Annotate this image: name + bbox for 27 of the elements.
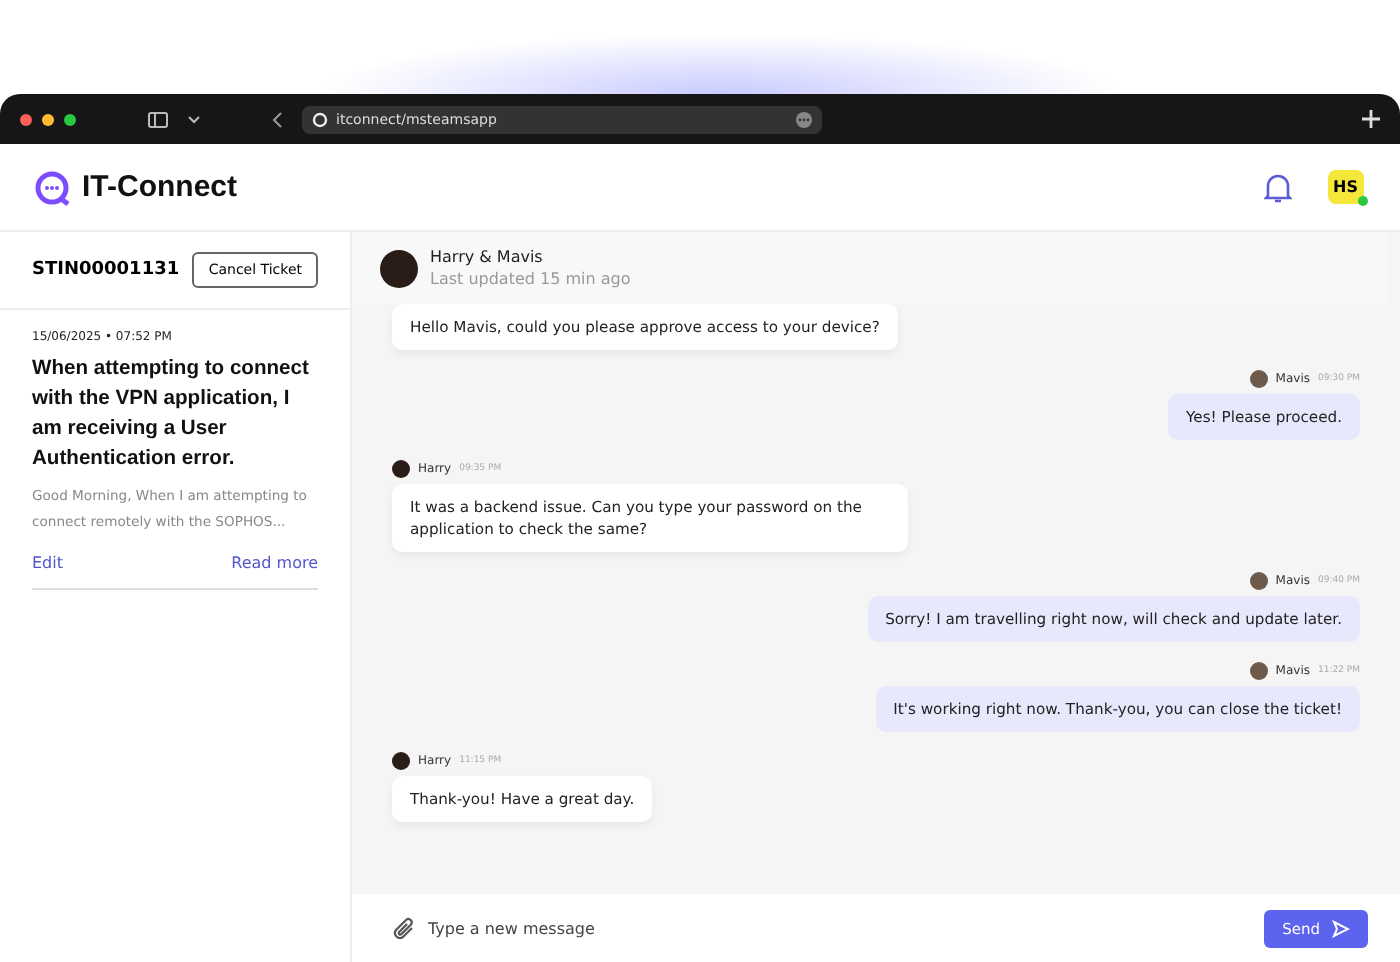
notification-bell-icon[interactable] [1263, 171, 1292, 203]
ticket-title: When attempting to connect with the VPN application, I am receiving a User Authentication error. [32, 356, 311, 474]
chat-subtitle: Last updated 15 min ago [430, 270, 631, 288]
avatar-placeholder [380, 249, 418, 287]
paperclip-icon[interactable] [392, 915, 416, 941]
user-avatar[interactable]: HS [1327, 170, 1364, 204]
more-icon[interactable] [796, 111, 812, 127]
chevron-down-icon[interactable] [188, 115, 200, 123]
maximize-window-icon[interactable] [64, 113, 76, 125]
close-window-icon[interactable] [20, 113, 32, 125]
avatar-placeholder [392, 460, 410, 478]
send-icon [1332, 919, 1350, 937]
read-more-link[interactable]: Read more [231, 554, 318, 572]
avatar-placeholder [1249, 662, 1268, 680]
app-title: IT-Connect [82, 170, 237, 204]
reload-icon [312, 111, 328, 127]
chat-title: Harry & Mavis [430, 248, 545, 266]
sidebar-icon[interactable] [148, 111, 168, 127]
avatar-placeholder [1249, 370, 1268, 388]
avatar-placeholder [392, 752, 410, 770]
edit-link[interactable]: Edit [32, 554, 63, 572]
back-icon[interactable] [272, 111, 282, 127]
new-tab-icon[interactable] [1362, 110, 1380, 128]
avatar-placeholder [1249, 572, 1268, 590]
logo-icon [34, 169, 70, 205]
minimize-window-icon[interactable] [42, 113, 54, 125]
ticket-id: STIN00001131 [32, 260, 180, 280]
